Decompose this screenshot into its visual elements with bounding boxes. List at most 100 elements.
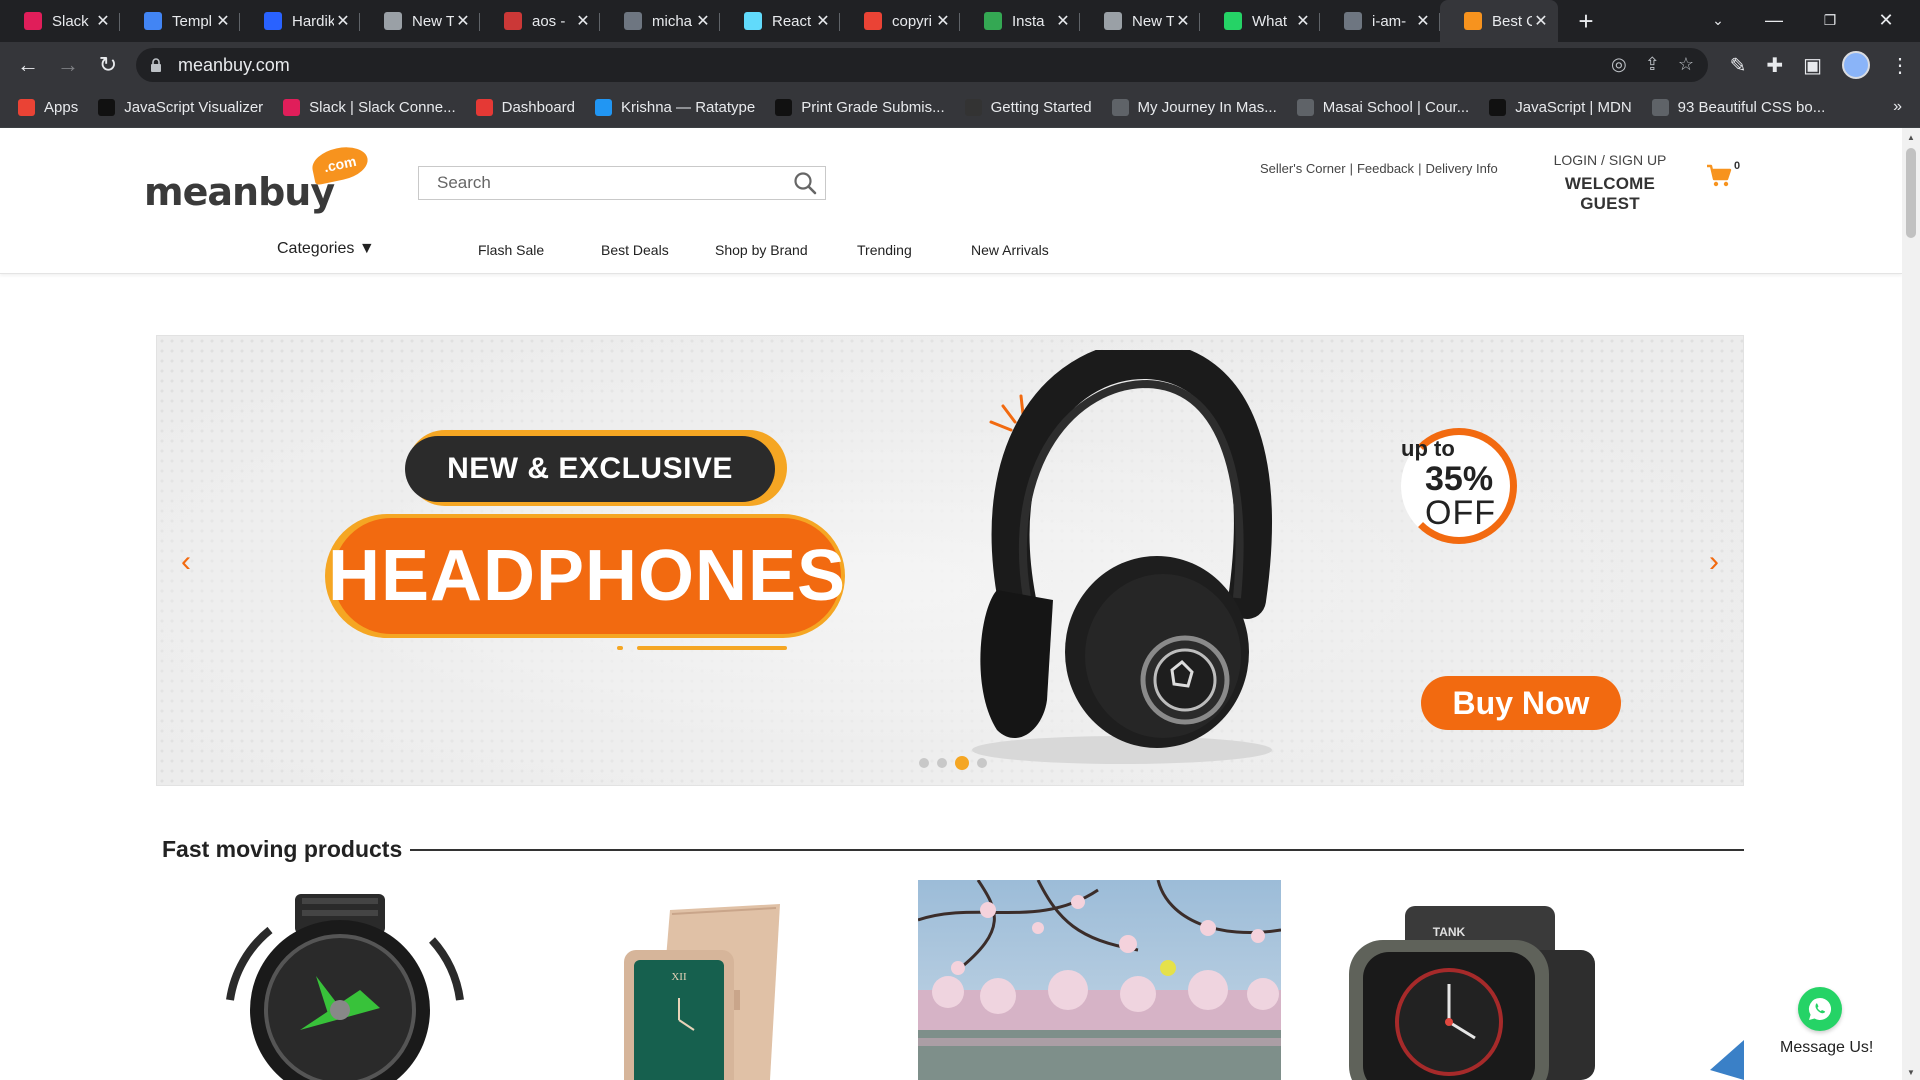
product-card-tank-smartwatch[interactable]: TANK <box>1335 880 1595 1080</box>
close-tab-icon[interactable]: ✕ <box>214 11 232 31</box>
bookmark-item[interactable]: Slack | Slack Conne... <box>283 99 456 116</box>
bookmark-item[interactable]: Print Grade Submis... <box>775 99 945 116</box>
bookmark-item[interactable]: Dashboard <box>475 99 576 116</box>
bookmark-item[interactable]: Apps <box>18 99 78 116</box>
browser-tab[interactable]: React ✕ <box>720 0 840 42</box>
scroll-up-icon[interactable]: ▲ <box>1907 133 1915 142</box>
hero-banner[interactable]: NEW & EXCLUSIVE HEADPHONES up to 35% OFF… <box>156 335 1744 786</box>
menu-best-deals[interactable]: Best Deals <box>601 242 669 258</box>
sellers-corner-link[interactable]: Seller's Corner <box>1260 161 1346 176</box>
close-tab-icon[interactable]: ✕ <box>1294 11 1312 31</box>
close-tab-icon[interactable]: ✕ <box>334 11 352 31</box>
restore-button[interactable]: ❐ <box>1802 0 1858 40</box>
forward-button[interactable]: → <box>48 45 88 85</box>
browser-tab[interactable]: New T ✕ <box>360 0 480 42</box>
logo-text: meanbuy <box>144 170 335 214</box>
bookmark-item[interactable]: Masai School | Cour... <box>1296 99 1470 116</box>
browser-tab[interactable]: i-am- ✕ <box>1320 0 1440 42</box>
browser-tab[interactable]: New T ✕ <box>1080 0 1200 42</box>
bookmark-label: Print Grade Submis... <box>801 99 945 116</box>
browser-tab[interactable]: Best C ✕ <box>1440 0 1558 42</box>
address-bar[interactable]: meanbuy.com ◎ ⇪ ☆ <box>136 48 1708 82</box>
new-tab-button[interactable]: + <box>1566 0 1606 42</box>
bookmark-item[interactable]: Getting Started <box>964 99 1092 116</box>
menu-new-arrivals[interactable]: New Arrivals <box>971 242 1049 258</box>
pen-extension-icon[interactable]: ✎ <box>1730 53 1747 78</box>
section-title: Fast moving products <box>162 836 403 862</box>
reload-button[interactable]: ↻ <box>88 45 128 85</box>
scrollbar-thumb[interactable] <box>1906 148 1916 238</box>
whatsapp-chat-widget[interactable]: Message Us! <box>1780 987 1873 1057</box>
product-card-rose-gold-watch[interactable]: XII <box>590 880 820 1080</box>
product-card-cherry-blossom-image[interactable] <box>918 880 1281 1080</box>
slide-dot[interactable] <box>977 758 987 768</box>
tracking-icon[interactable]: ◎ <box>1611 54 1627 75</box>
close-window-button[interactable]: ✕ <box>1858 0 1914 40</box>
whatsapp-icon[interactable] <box>1798 987 1842 1031</box>
menu-shop-by-brand[interactable]: Shop by Brand <box>715 242 808 258</box>
login-link[interactable]: LOGIN <box>1554 152 1598 168</box>
browser-tab[interactable]: Templ ✕ <box>120 0 240 42</box>
scroll-down-icon[interactable]: ▼ <box>1907 1068 1915 1077</box>
slide-dot[interactable] <box>919 758 929 768</box>
close-tab-icon[interactable]: ✕ <box>694 11 712 31</box>
slide-dot[interactable] <box>937 758 947 768</box>
close-tab-icon[interactable]: ✕ <box>814 11 832 31</box>
bookmarks-bar: Apps JavaScript Visualizer Slack | Slack C… <box>0 88 1920 128</box>
bookmark-list: Apps JavaScript Visualizer Slack | Slack C… <box>18 99 1845 116</box>
profile-avatar[interactable] <box>1842 51 1870 79</box>
bookmark-star-icon[interactable]: ☆ <box>1678 54 1694 75</box>
close-tab-icon[interactable]: ✕ <box>934 11 952 31</box>
browser-tab[interactable]: micha ✕ <box>600 0 720 42</box>
bookmark-item[interactable]: JavaScript Visualizer <box>98 99 263 116</box>
bookmark-item[interactable]: 93 Beautiful CSS bo... <box>1651 99 1825 116</box>
bookmark-label: Masai School | Cour... <box>1322 99 1470 116</box>
side-panel-icon[interactable]: ▣ <box>1803 53 1822 78</box>
close-tab-icon[interactable]: ✕ <box>94 11 112 31</box>
close-tab-icon[interactable]: ✕ <box>1414 11 1432 31</box>
more-bookmarks-icon[interactable]: » <box>1893 98 1902 116</box>
share-icon[interactable]: ⇪ <box>1645 54 1660 75</box>
bookmark-item[interactable]: JavaScript | MDN <box>1489 99 1632 116</box>
signup-link[interactable]: SIGN UP <box>1609 152 1667 168</box>
close-tab-icon[interactable]: ✕ <box>574 11 592 31</box>
browser-tab[interactable]: What ✕ <box>1200 0 1320 42</box>
search-icon[interactable] <box>785 167 825 199</box>
menu-flash-sale[interactable]: Flash Sale <box>478 242 544 258</box>
close-tab-icon[interactable]: ✕ <box>1054 11 1072 31</box>
buy-now-button[interactable]: Buy Now <box>1421 676 1621 730</box>
close-tab-icon[interactable]: ✕ <box>1174 11 1192 31</box>
extensions-puzzle-icon[interactable]: ✚ <box>1766 53 1783 78</box>
chrome-icon <box>384 12 402 30</box>
browser-tab[interactable]: aos - ✕ <box>480 0 600 42</box>
prev-slide-arrow[interactable]: ‹ <box>171 542 201 582</box>
feedback-link[interactable]: Feedback <box>1357 161 1414 176</box>
browser-tab[interactable]: copyri ✕ <box>840 0 960 42</box>
offer-suffix: OFF <box>1425 494 1496 532</box>
browser-tab[interactable]: Insta ✕ <box>960 0 1080 42</box>
delivery-info-link[interactable]: Delivery Info <box>1425 161 1497 176</box>
categories-dropdown[interactable]: Categories ▼ <box>277 240 375 258</box>
back-button[interactable]: ← <box>8 45 48 85</box>
cart-button[interactable]: 0 <box>1706 160 1740 193</box>
search-input[interactable] <box>419 168 785 198</box>
slide-dot[interactable] <box>955 756 969 770</box>
tab-search-icon[interactable]: ⌄ <box>1690 0 1746 40</box>
product-card-partial[interactable] <box>1700 880 1744 1080</box>
page-scrollbar[interactable]: ▲ ▼ <box>1902 128 1920 1080</box>
browser-tab[interactable]: Hardik ✕ <box>240 0 360 42</box>
menu-trending[interactable]: Trending <box>857 242 912 258</box>
bookmark-item[interactable]: My Journey In Mas... <box>1111 99 1277 116</box>
bookmark-label: Dashboard <box>501 99 576 116</box>
close-tab-icon[interactable]: ✕ <box>454 11 472 31</box>
minimize-button[interactable]: — <box>1746 0 1802 40</box>
close-tab-icon[interactable]: ✕ <box>1532 11 1550 31</box>
bookmark-item[interactable]: Krishna — Ratatype <box>595 99 755 116</box>
slide-indicators <box>919 756 987 770</box>
login-signup: LOGIN / SIGN UP <box>1540 152 1680 168</box>
product-card-black-watch[interactable] <box>210 880 480 1080</box>
next-slide-arrow[interactable]: › <box>1699 542 1729 582</box>
svg-text:XII: XII <box>671 971 687 983</box>
browser-tab[interactable]: Slack ✕ <box>0 0 120 42</box>
chrome-menu-icon[interactable]: ⋮ <box>1890 53 1910 78</box>
